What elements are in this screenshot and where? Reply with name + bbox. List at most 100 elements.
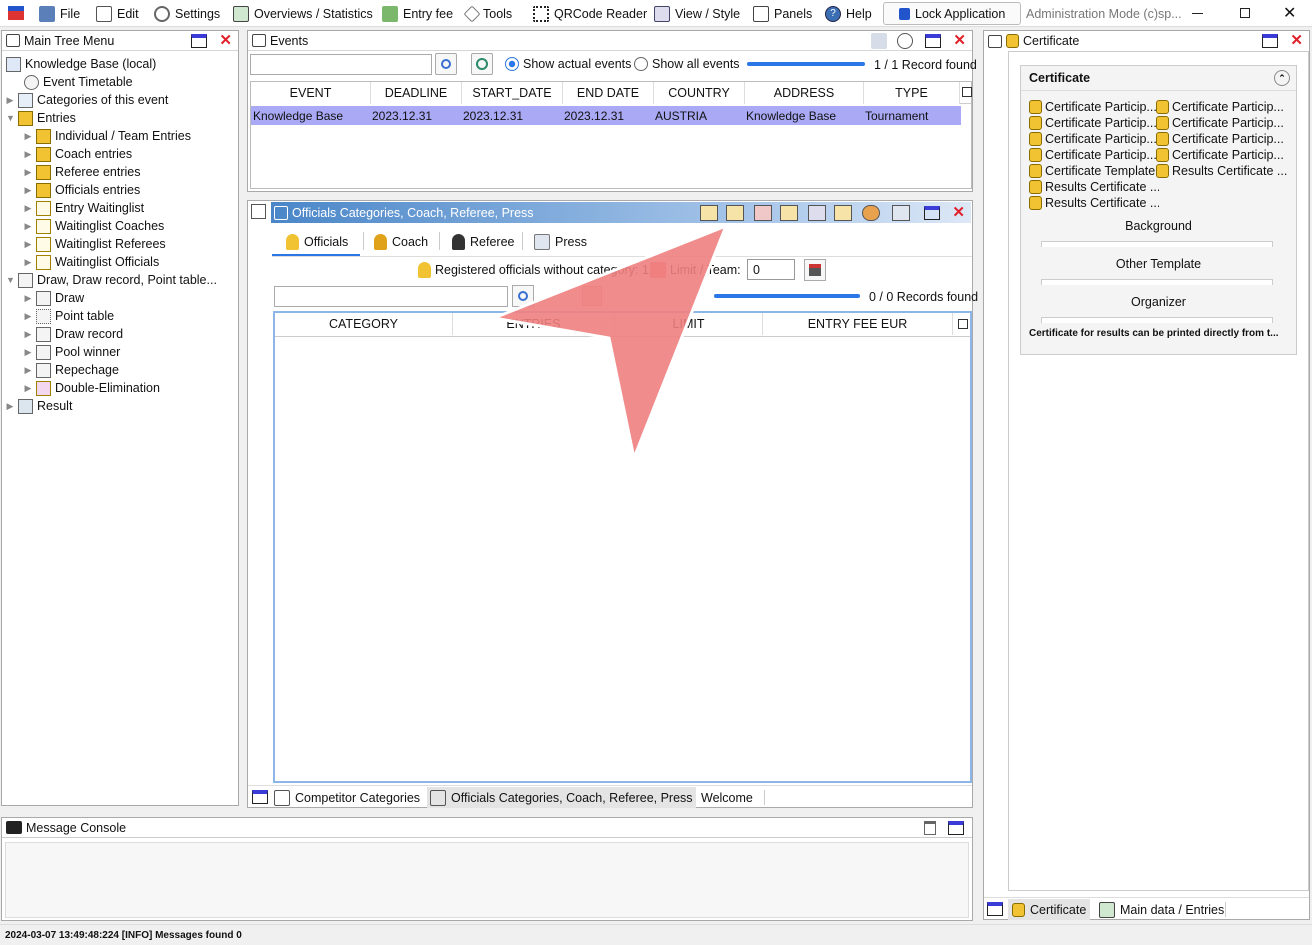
tree-item-waitinglist-referees[interactable]: ▶ Waitinglist Referees	[6, 235, 236, 253]
save-limit-button[interactable]	[804, 259, 826, 281]
toolbar-icon-6[interactable]	[834, 204, 853, 221]
tree-item-event-timetable[interactable]: Event Timetable	[6, 73, 236, 91]
expand-icon[interactable]: ▶	[24, 221, 32, 232]
column-chooser-icon[interactable]	[962, 87, 972, 97]
expand-icon[interactable]: ▶	[24, 347, 32, 358]
table-row[interactable]: Knowledge Base 2023.12.31 2023.12.31 202…	[251, 106, 961, 125]
close-panel-button[interactable]: ✕	[953, 33, 966, 48]
menu-panels[interactable]: Panels	[753, 0, 812, 27]
certificate-item[interactable]: Certificate Particip...	[1156, 115, 1294, 131]
collapse-icon[interactable]: ▼	[6, 275, 15, 285]
tree-item-entry-waitinglist[interactable]: ▶ Entry Waitinglist	[6, 199, 236, 217]
collapse-icon[interactable]: ⌃	[1274, 70, 1290, 86]
certificate-item[interactable]: Certificate Particip...	[1156, 131, 1294, 147]
menu-help[interactable]: ? Help	[825, 0, 872, 27]
tree-item-waitinglist-officials[interactable]: ▶ Waitinglist Officials	[6, 253, 236, 271]
expand-icon[interactable]: ▶	[24, 185, 32, 196]
col-entry-fee[interactable]: ENTRY FEE EUR	[763, 313, 953, 335]
tab-welcome[interactable]: Welcome	[684, 789, 753, 807]
events-search-input[interactable]	[250, 54, 432, 75]
certificate-item[interactable]: Certificate Particip...	[1029, 147, 1159, 163]
tab-officials[interactable]: Officials	[286, 234, 348, 250]
tree-item-result[interactable]: ▶ Result	[6, 397, 236, 415]
toolbar-icon-3[interactable]	[754, 204, 773, 221]
tree-item-pool-winner[interactable]: ▶ Pool winner	[6, 343, 236, 361]
background-field[interactable]	[1041, 241, 1273, 247]
maximize-panel-button[interactable]	[1262, 34, 1279, 48]
minimize-button[interactable]	[1192, 13, 1203, 14]
open-icon[interactable]	[871, 32, 888, 49]
maximize-panel-button[interactable]	[191, 33, 208, 48]
expand-icon[interactable]: ▶	[24, 311, 32, 322]
expand-icon[interactable]: ▶	[24, 203, 32, 214]
menu-settings[interactable]: Settings	[154, 0, 220, 27]
tree-item-point-table[interactable]: ▶ Point table	[6, 307, 236, 325]
maximize-panel-button[interactable]	[948, 820, 964, 835]
refresh-button[interactable]	[471, 53, 493, 75]
col-category[interactable]: CATEGORY	[275, 313, 453, 335]
tree-item-individual-team-entries[interactable]: ▶ Individual / Team Entries	[6, 127, 236, 145]
edit-event-icon[interactable]	[845, 33, 861, 49]
trash-icon[interactable]	[924, 820, 936, 835]
expand-icon[interactable]: ▶	[24, 257, 32, 268]
toolbar-icon-5[interactable]	[808, 204, 827, 221]
menu-edit[interactable]: Edit	[96, 0, 139, 27]
tree-item-entries[interactable]: ▼ Entries	[6, 109, 236, 127]
menu-file[interactable]: File	[39, 0, 80, 27]
menu-overviews[interactable]: Overviews / Statistics	[233, 0, 373, 27]
tree-item-draw-record[interactable]: ▶ Draw record	[6, 325, 236, 343]
expand-icon[interactable]: ▶	[24, 167, 32, 178]
toolbar-icon-2[interactable]	[726, 204, 745, 221]
limit-team-input[interactable]: 0	[747, 259, 795, 280]
tree-item-officials-entries[interactable]: ▶ Officials entries	[6, 181, 236, 199]
expand-icon[interactable]: ▶	[6, 95, 14, 106]
tree-item-coach-entries[interactable]: ▶ Coach entries	[6, 145, 236, 163]
col-deadline[interactable]: DEADLINE	[371, 82, 462, 104]
show-actual-radio[interactable]: Show actual events	[505, 57, 631, 71]
tab-main-data[interactable]: Main data / Entries	[1099, 901, 1224, 919]
tree-item-waitinglist-coaches[interactable]: ▶ Waitinglist Coaches	[6, 217, 236, 235]
expand-icon[interactable]: ▶	[24, 383, 32, 394]
col-type[interactable]: TYPE	[864, 82, 960, 104]
lock-application-button[interactable]: Lock Application	[883, 2, 1021, 25]
certificate-item[interactable]: Certificate Particip...	[1029, 115, 1159, 131]
menu-entry-fee[interactable]: Entry fee	[382, 0, 453, 27]
search-button[interactable]	[435, 53, 457, 75]
certificate-item[interactable]: Certificate Particip...	[1029, 99, 1159, 115]
toolbar-icon-1[interactable]	[700, 204, 719, 221]
toolbar-icon-4[interactable]	[780, 204, 799, 221]
window-close-button[interactable]: ✕	[1283, 3, 1296, 23]
maximize-button[interactable]	[1240, 8, 1250, 18]
tab-coach[interactable]: Coach	[374, 234, 428, 250]
col-address[interactable]: ADDRESS	[745, 82, 864, 104]
menu-qrcode[interactable]: QRCode Reader	[533, 0, 647, 27]
expand-icon[interactable]: ▶	[6, 401, 14, 412]
clock-icon[interactable]	[897, 32, 914, 49]
tree-item-draw[interactable]: ▶ Draw	[6, 289, 236, 307]
expand-icon[interactable]: ▶	[24, 239, 32, 250]
collapse-icon[interactable]: ▼	[6, 113, 15, 123]
tree-item-referee-entries[interactable]: ▶ Referee entries	[6, 163, 236, 181]
certificate-item[interactable]: Certificate Particip...	[1156, 99, 1294, 115]
tree-item-categories[interactable]: ▶ Categories of this event	[6, 91, 236, 109]
maximize-panel-button[interactable]	[252, 790, 268, 804]
organizer-field[interactable]	[1041, 317, 1273, 323]
tab-competitor-categories[interactable]: Competitor Categories	[274, 789, 420, 807]
tree-item-knowledge-base[interactable]: Knowledge Base (local)	[6, 55, 236, 73]
menu-tools[interactable]: Tools	[463, 0, 512, 27]
certificate-item[interactable]: Certificate Particip...	[1156, 147, 1294, 163]
maximize-panel-button[interactable]	[924, 205, 941, 220]
tab-officials-categories[interactable]: Officials Categories, Coach, Referee, Pr…	[427, 787, 696, 808]
maximize-panel-button[interactable]	[987, 902, 1003, 916]
certificate-section-header[interactable]: Certificate ⌃	[1021, 66, 1296, 91]
tree-item-draw-group[interactable]: ▼ Draw, Draw record, Point table...	[6, 271, 236, 289]
col-event[interactable]: EVENT	[251, 82, 371, 104]
tab-certificate[interactable]: Certificate	[1008, 899, 1091, 920]
close-panel-button[interactable]: ✕	[219, 33, 232, 48]
certificate-item[interactable]: Certificate Particip...	[1029, 131, 1159, 147]
certificate-item[interactable]: Results Certificate ...	[1156, 163, 1294, 179]
col-end-date[interactable]: END DATE	[563, 82, 654, 104]
maximize-panel-button[interactable]	[925, 33, 942, 48]
expand-icon[interactable]: ▶	[24, 293, 32, 304]
expand-icon[interactable]: ▶	[24, 365, 32, 376]
